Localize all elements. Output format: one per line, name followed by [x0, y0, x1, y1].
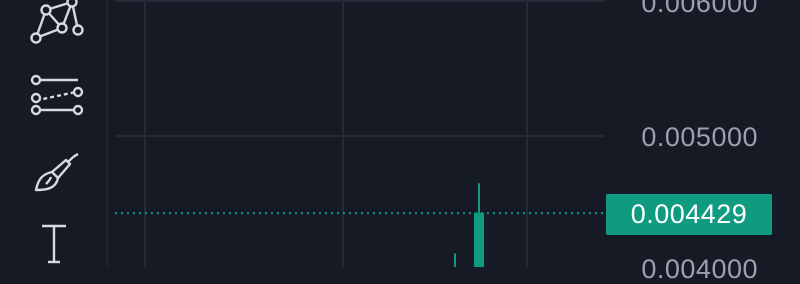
candle-body — [474, 212, 484, 284]
price-axis-label: 0.004000 — [641, 254, 758, 284]
text-T-icon — [42, 224, 66, 264]
xabcd-pattern-icon — [30, 0, 84, 44]
chart-plot-area[interactable] — [115, 0, 605, 284]
price-axis-label: 0.005000 — [641, 122, 758, 152]
pattern-tool-button[interactable] — [18, 0, 90, 50]
multi-line-icon — [30, 74, 84, 116]
brush-icon — [34, 152, 79, 192]
text-tool-button[interactable] — [18, 216, 90, 272]
brush-tool-button[interactable] — [18, 146, 90, 202]
trend-lines-tool-button[interactable] — [18, 68, 90, 124]
horizontal-gridlines — [115, 0, 605, 272]
current-price-tag: 0.004429 — [606, 194, 772, 235]
drawing-toolbar — [0, 0, 108, 267]
candlestick-chart — [115, 0, 605, 284]
candles — [450, 183, 484, 284]
price-axis-label: 0.006000 — [641, 0, 758, 18]
toolbar-divider — [106, 0, 108, 267]
vertical-gridlines — [144, 0, 528, 267]
